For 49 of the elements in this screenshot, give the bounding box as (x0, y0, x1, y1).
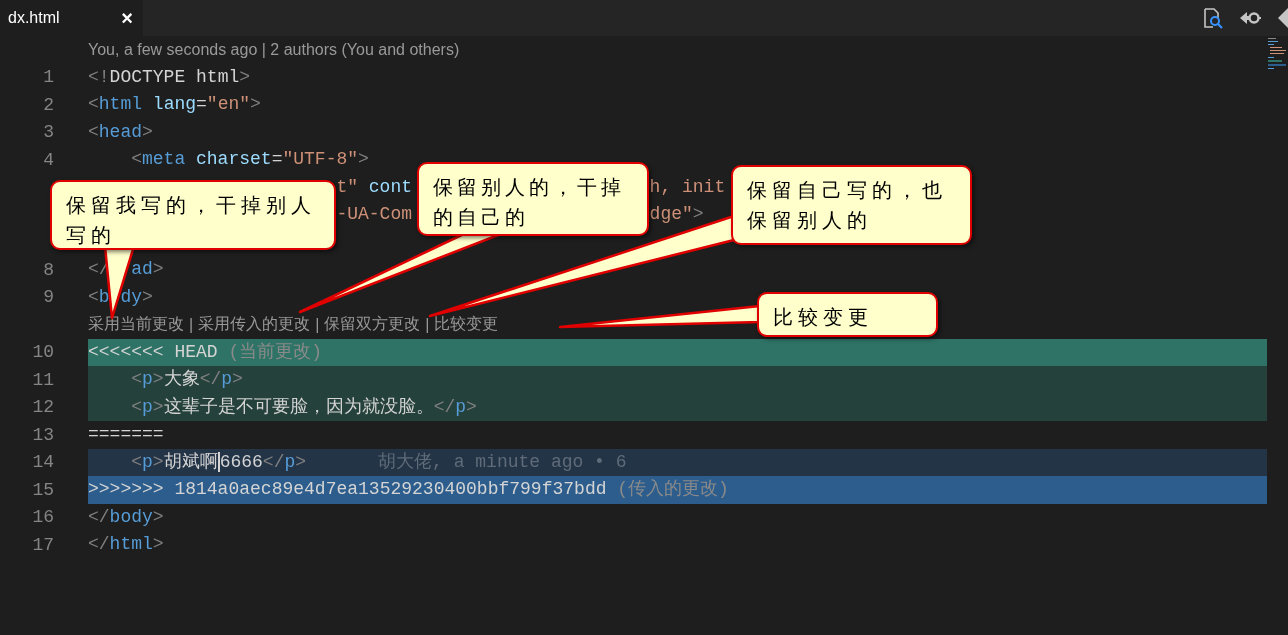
separator: | (425, 315, 430, 334)
line-number: 12 (31, 397, 54, 418)
line-number: 16 (31, 507, 54, 528)
line-number: 10 (31, 342, 54, 363)
diamond-icon[interactable] (1276, 6, 1288, 30)
code-fragment: -UA-Com (336, 203, 412, 226)
code-line: <p>大象</p> (130, 368, 243, 391)
line-number: 8 (42, 259, 54, 280)
separator: | (189, 315, 194, 334)
code-line: <html lang="en"> (88, 93, 261, 116)
callout: 保留我写的，干掉别人写的 (50, 180, 336, 250)
line-number: 13 (31, 424, 54, 445)
line-number: 14 (31, 452, 54, 473)
line-number: 9 (42, 287, 54, 308)
code-fragment: t" cont (336, 175, 412, 199)
callout: 保留自己写的，也保留别人的 (731, 165, 972, 245)
code-fragment: dge"> (649, 203, 704, 226)
close-icon[interactable]: × (121, 6, 133, 30)
line-number: 2 (42, 94, 54, 115)
line-number: 11 (31, 369, 54, 390)
code-fragment: dy> (120, 285, 153, 309)
blame-lens: You, a few seconds ago | 2 authors (You and others) (88, 40, 460, 59)
code-fragment: h, init (649, 175, 726, 199)
code-line: <head> (88, 120, 153, 144)
code-line: <<<<<<< HEAD (当前更改) (88, 340, 323, 364)
code-line: >>>>>>> 1814a0aec89e4d7ea13529230400bbf799f37bdd (传入的更改) (88, 478, 729, 501)
code-line: ======= (88, 423, 164, 446)
code-line: </body> (88, 505, 164, 529)
code-line: <p>这辈子是不可要脸，因为就没脸。</p> (130, 395, 477, 419)
code-fragment: <b (88, 285, 110, 309)
minimap-drawing (1266, 36, 1288, 72)
merge-action-link[interactable]: 采用传入的更改 (198, 314, 311, 336)
line-number: 1 (42, 67, 54, 88)
line-number: 3 (42, 122, 54, 143)
code-line: <p>胡斌啊6666</p> (130, 450, 307, 474)
callout: 比较变更 (757, 292, 938, 337)
code-fragment: ad> (131, 258, 164, 281)
merge-action-link[interactable]: 保留双方更改 (324, 314, 421, 336)
code-line: </html> (88, 533, 164, 556)
code-line: <meta charset="UTF-8"> (130, 148, 369, 171)
merge-action-link[interactable]: 比较变更 (434, 314, 499, 336)
code-line: <!DOCTYPE html> (88, 65, 251, 89)
separator: | (315, 315, 320, 334)
blame-annotation: 胡大佬, a minute ago • 6 (378, 450, 627, 474)
line-number: 4 (42, 149, 54, 170)
file-tab[interactable]: dx.html × (0, 0, 143, 36)
line-number: 17 (31, 534, 54, 555)
line-number: 15 (31, 479, 54, 500)
callout: 保留别人的，干掉的自己的 (417, 162, 649, 236)
